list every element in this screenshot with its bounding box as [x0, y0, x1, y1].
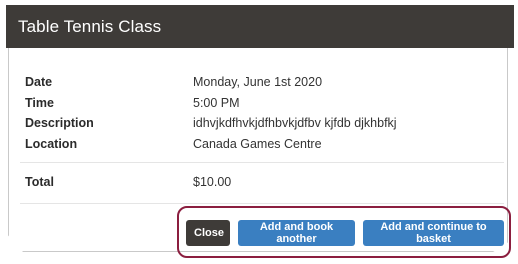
modal-header: Table Tennis Class	[6, 5, 514, 48]
modal-title: Table Tennis Class	[18, 17, 162, 36]
footer-divider	[20, 203, 504, 204]
date-label: Date	[25, 75, 53, 89]
location-value: Canada Games Centre	[193, 137, 322, 151]
location-label: Location	[25, 137, 78, 151]
add-and-book-another-button[interactable]: Add and book another	[238, 220, 355, 246]
description-value: idhvjkdfhvkjdfhbvkjdfbv kjfdb djkhbfkj	[193, 116, 397, 130]
screenshot-stage: Table Tennis Class Date Monday, June 1st…	[0, 0, 518, 264]
description-label: Description	[25, 116, 94, 130]
total-value: $10.00	[193, 175, 232, 189]
time-value: 5:00 PM	[193, 96, 240, 110]
details-divider	[20, 162, 504, 163]
total-label: Total	[25, 175, 54, 189]
add-and-continue-to-basket-button[interactable]: Add and continue to basket	[363, 220, 504, 246]
close-button[interactable]: Close	[186, 220, 230, 246]
time-label: Time	[25, 96, 54, 110]
date-value: Monday, June 1st 2020	[193, 75, 323, 89]
